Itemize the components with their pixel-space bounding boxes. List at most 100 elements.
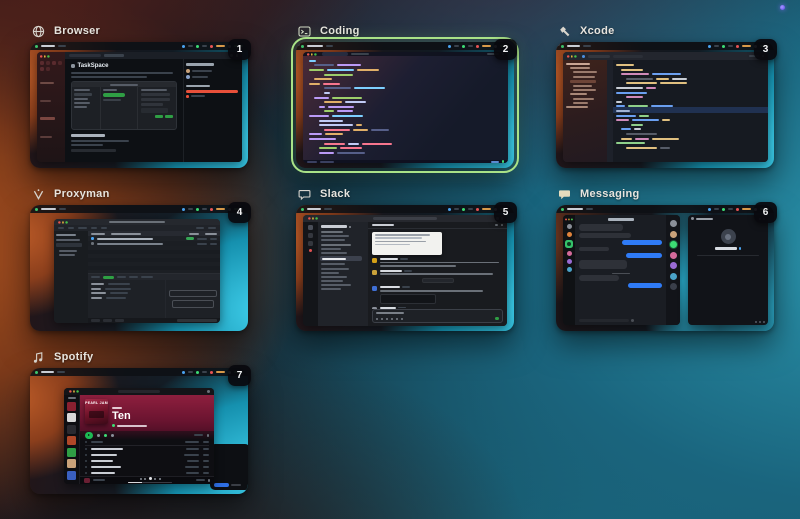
spotify-window: PEARL JAM Ten (64, 388, 214, 484)
slack-channel-sidebar (318, 222, 368, 326)
avatar-rail (666, 215, 680, 325)
progress-bar (128, 482, 172, 484)
date-divider-pill (422, 278, 454, 283)
incoming-bubble (579, 224, 623, 231)
workspace-name: Coding (320, 25, 360, 37)
code-lines (303, 56, 508, 160)
player-bar (80, 476, 214, 484)
workspace-number-badge: 5 (494, 202, 517, 223)
green-tab-pill (103, 276, 114, 279)
workspace-name: Browser (54, 25, 100, 37)
detail-hint-box (169, 290, 217, 297)
proxyman-sidebar (54, 231, 88, 323)
iphone-simulator (296, 42, 300, 46)
readme-article: TaskSpace (65, 59, 183, 162)
chat-bubble-icon (558, 188, 571, 201)
workspace-number-badge: 2 (494, 39, 517, 60)
workspace-name: Proxyman (54, 188, 110, 200)
code-editor-window (303, 52, 508, 163)
workspace-thumbnail-coding[interactable] (296, 42, 514, 168)
album-title: Ten (112, 411, 147, 422)
slack-chat (368, 222, 507, 326)
workspace-thumbnail-proxyman[interactable] (30, 205, 248, 331)
workspace-spotify-label: Spotify (30, 350, 248, 364)
browser-sidebar (37, 52, 65, 162)
outgoing-bubble (622, 240, 662, 245)
menu-status-dot (780, 5, 785, 10)
workspace-thumbnail-slack[interactable] (296, 205, 514, 331)
white-popup (372, 232, 442, 255)
detail-button (172, 300, 214, 308)
selected-channel (320, 256, 362, 261)
album-header: PEARL JAM Ten (80, 395, 214, 431)
xcode-navigator (563, 60, 607, 162)
mini-menubar (30, 368, 248, 376)
workspace-spotify: Spotify (30, 350, 248, 494)
slack-workspace-rail (303, 222, 318, 326)
workspace-proxyman-label: Proxyman (30, 187, 248, 201)
music-note-icon (32, 351, 45, 364)
globe-icon (32, 25, 45, 38)
mini-menubar (296, 42, 514, 50)
selected-app-icon (565, 240, 573, 248)
workspace-number-badge: 7 (228, 365, 251, 386)
proxyman-v-icon (32, 188, 45, 201)
workspace-messaging-label: Messaging (556, 187, 774, 201)
workspace-coding: Coding (296, 24, 514, 168)
speech-bubble-icon (298, 188, 311, 201)
language-bar (186, 90, 238, 93)
track-list (80, 440, 214, 476)
contact-profile (688, 229, 768, 256)
proxyman-detail-pane (88, 273, 220, 318)
mini-menubar (30, 205, 248, 213)
workspace-thumbnail-messaging[interactable] (556, 205, 774, 331)
spotify-search-pill (118, 390, 160, 394)
workspace-switcher-overview: { "screen": { "kind": "workspace-switche… (0, 0, 800, 519)
mini-menubar (296, 205, 514, 213)
green-selected-item (103, 93, 125, 97)
iphone-simulator (556, 42, 560, 46)
workspace-messaging: Messaging (556, 187, 774, 331)
readme-sidebar (183, 59, 242, 162)
workspace-thumbnail-spotify[interactable]: PEARL JAM Ten (30, 368, 248, 494)
album-art: PEARL JAM (85, 399, 108, 424)
workspace-thumbnail-xcode[interactable] (556, 42, 774, 168)
browser-window: TaskSpace (37, 52, 242, 162)
workspace-browser: Browser (30, 24, 248, 168)
status-200-pill (186, 237, 194, 240)
mini-menubar (30, 42, 248, 50)
slack-window (303, 215, 507, 326)
workspace-slack: Slack (296, 187, 514, 331)
album-art-text: PEARL JAM (85, 401, 108, 405)
message-input (372, 309, 503, 323)
workspace-name: Messaging (580, 188, 640, 200)
terminal-icon (298, 25, 311, 38)
background-window-corner (210, 444, 248, 490)
spotify-library-rail (64, 395, 80, 484)
workspace-number-badge: 4 (228, 202, 251, 223)
mini-menubar (556, 205, 774, 213)
hammer-icon (558, 25, 571, 38)
workspace-browser-label: Browser (30, 24, 248, 38)
slack-search-pill (373, 217, 437, 221)
proxyman-window (54, 219, 220, 323)
workspace-name: Spotify (54, 351, 93, 363)
workspace-number-badge: 1 (228, 39, 251, 60)
workspace-number-badge: 6 (754, 202, 777, 223)
workspace-xcode-label: Xcode (556, 24, 774, 38)
chat-thread (575, 215, 666, 325)
browser-content: TaskSpace (65, 52, 242, 162)
app-rail (563, 215, 575, 325)
workspace-coding-label: Coding (296, 24, 514, 38)
xcode-window (563, 52, 768, 162)
contact-avatar (721, 229, 736, 244)
empty-rows (88, 246, 220, 273)
play-button (85, 432, 93, 440)
playback-controls (80, 431, 214, 440)
workspace-slack-label: Slack (296, 187, 514, 201)
verified-dot (739, 247, 742, 250)
workspace-thumbnail-browser[interactable]: TaskSpace (30, 42, 248, 168)
page-title: TaskSpace (78, 63, 109, 69)
xcode-editor (607, 60, 768, 162)
workspace-name: Xcode (580, 25, 615, 37)
